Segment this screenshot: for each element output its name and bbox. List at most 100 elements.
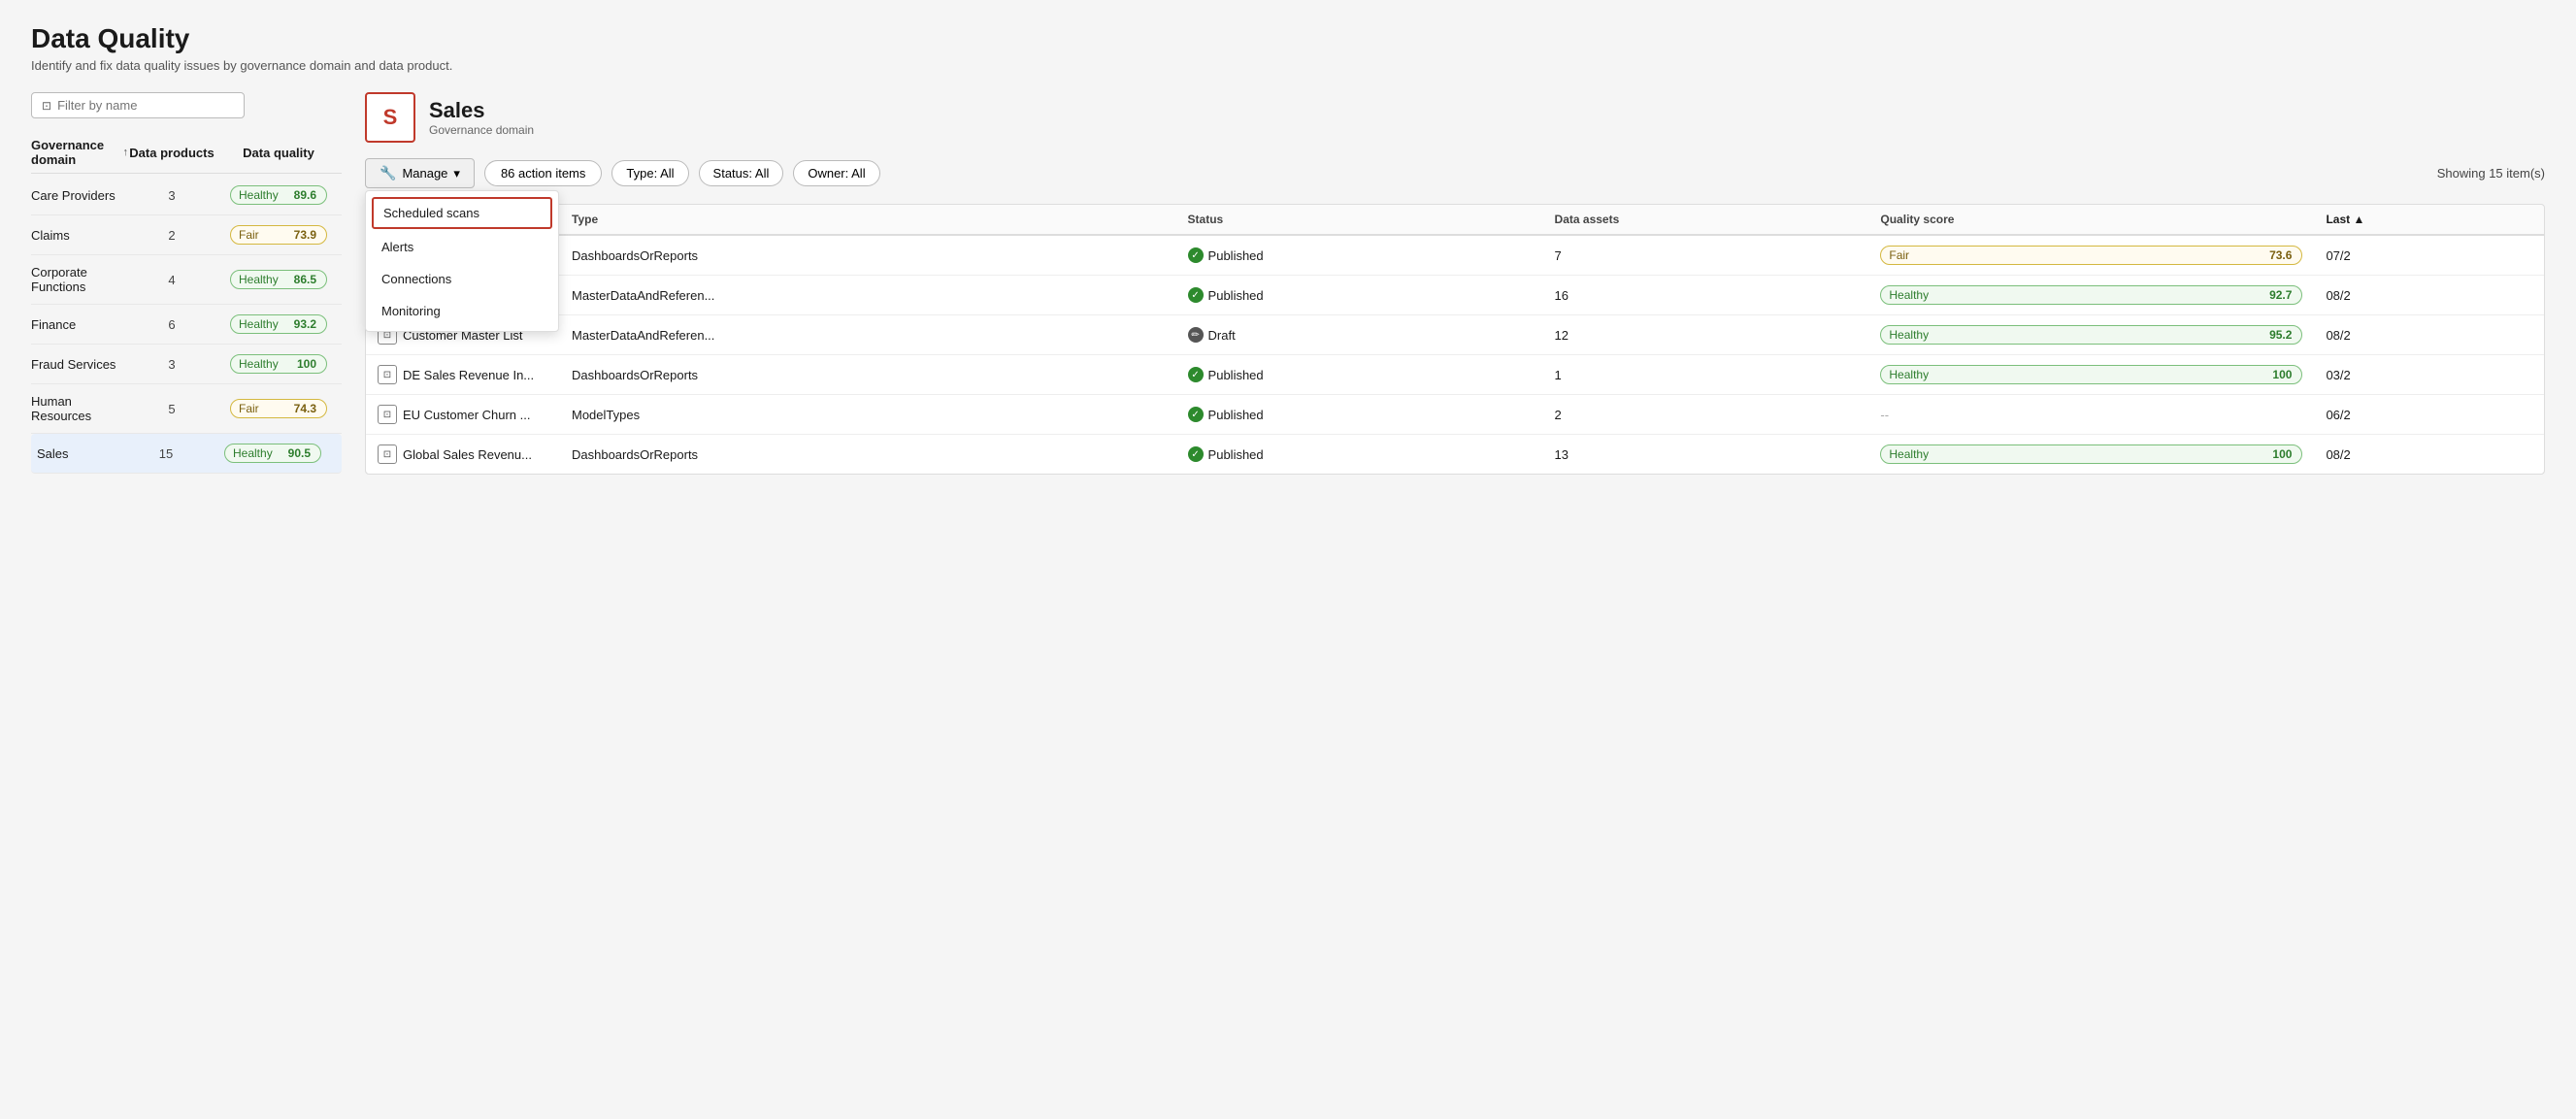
published-icon: ✓	[1188, 287, 1204, 303]
chevron-down-icon: ▾	[453, 166, 460, 181]
product-name-cell: ⊡ Global Sales Revenu...	[366, 435, 560, 475]
table-row[interactable]: ⊡ EU Customer Churn ... ModelTypes ✓ Pub…	[366, 395, 2544, 435]
left-panel: ⊡ Governance domain ↑ Data products Data…	[31, 92, 342, 475]
domain-rows: Care Providers 3 Healthy 89.6 Claims 2 F…	[31, 176, 342, 474]
quality-badge: Healthy 92.7	[1880, 285, 2302, 305]
quality-badge: Fair 73.9	[230, 225, 327, 245]
quality-label: Healthy	[1889, 447, 1929, 461]
domain-table-header: Governance domain ↑ Data products Data q…	[31, 132, 342, 174]
table-header-row: Type Status Data assets Quality score La…	[366, 205, 2544, 235]
product-type-cell: DashboardsOrReports	[560, 435, 1176, 475]
sales-title: Sales	[429, 98, 534, 123]
quality-score: 100	[2272, 447, 2292, 461]
dropdown-item[interactable]: Connections	[366, 263, 558, 295]
status-label: Draft	[1208, 328, 1236, 343]
domain-products: 5	[128, 402, 215, 416]
quality-score: 100	[297, 357, 316, 371]
domain-row[interactable]: Sales 15 Healthy 90.5	[31, 434, 342, 474]
col-assets-header: Data assets	[1543, 205, 1869, 235]
product-name-cell: ⊡ DE Sales Revenue In...	[366, 355, 560, 395]
quality-score-cell: Fair 73.6	[1868, 235, 2314, 276]
domain-row[interactable]: Human Resources 5 Fair 74.3	[31, 384, 342, 434]
product-icon: ⊡	[378, 405, 397, 424]
col-domain-header: Governance domain	[31, 138, 119, 167]
col-status-header: Status	[1176, 205, 1543, 235]
quality-score-cell: Healthy 92.7	[1868, 276, 2314, 315]
product-type-cell: ModelTypes	[560, 395, 1176, 435]
quality-score: 74.3	[294, 402, 316, 415]
domain-quality: Healthy 93.2	[215, 314, 342, 334]
manage-dropdown-menu: Scheduled scansAlertsConnectionsMonitori…	[365, 190, 559, 332]
owner-filter-pill[interactable]: Owner: All	[793, 160, 879, 186]
domain-name: Care Providers	[31, 188, 128, 203]
quality-label: Fair	[1889, 248, 1909, 262]
quality-score: 95.2	[2269, 328, 2292, 342]
quality-score-cell: Healthy 100	[1868, 435, 2314, 475]
filter-input[interactable]	[57, 98, 234, 113]
sales-avatar: S	[365, 92, 415, 143]
sales-domain-label: Governance domain	[429, 123, 534, 137]
filter-input-wrap[interactable]: ⊡	[31, 92, 245, 118]
sales-header: S Sales Governance domain	[365, 92, 2545, 143]
table-row[interactable]: ⊡ Customer Master List MasterDataAndRefe…	[366, 315, 2544, 355]
quality-badge: Healthy 86.5	[230, 270, 327, 289]
dropdown-item[interactable]: Alerts	[366, 231, 558, 263]
type-filter-pill[interactable]: Type: All	[611, 160, 688, 186]
status-filter-pill[interactable]: Status: All	[699, 160, 784, 186]
domain-quality: Healthy 86.5	[215, 270, 342, 289]
data-table: Type Status Data assets Quality score La…	[366, 205, 2544, 474]
domain-row[interactable]: Fraud Services 3 Healthy 100	[31, 345, 342, 384]
status-label: Published	[1208, 447, 1264, 462]
manage-button[interactable]: 🔧 Manage ▾	[365, 158, 475, 188]
table-row[interactable]: ⊡ DE Sales Revenue In... DashboardsOrRep…	[366, 355, 2544, 395]
quality-score: 73.6	[2269, 248, 2292, 262]
action-items-button[interactable]: 86 action items	[484, 160, 602, 186]
quality-score: 86.5	[294, 273, 316, 286]
product-icon: ⊡	[378, 444, 397, 464]
last-date-cell: 03/2	[2314, 355, 2544, 395]
last-date-cell: 08/2	[2314, 315, 2544, 355]
page-title: Data Quality	[31, 23, 2545, 54]
quality-score: 89.6	[294, 188, 316, 202]
col-products-header: Data products	[128, 146, 215, 160]
domain-products: 4	[128, 273, 215, 287]
product-type-cell: MasterDataAndReferen...	[560, 276, 1176, 315]
domain-products: 3	[128, 188, 215, 203]
domain-row[interactable]: Finance 6 Healthy 93.2	[31, 305, 342, 345]
quality-badge: Healthy 90.5	[224, 444, 321, 463]
data-table-wrapper: Type Status Data assets Quality score La…	[365, 204, 2545, 475]
dropdown-item[interactable]: Scheduled scans	[372, 197, 552, 229]
domain-row[interactable]: Care Providers 3 Healthy 89.6	[31, 176, 342, 215]
status-label: Published	[1208, 408, 1264, 422]
quality-badge: Healthy 100	[1880, 444, 2302, 464]
draft-icon: ✏	[1188, 327, 1204, 343]
domain-name: Sales	[37, 446, 122, 461]
table-row[interactable]: ⊡ Global Sales Revenu... DashboardsOrRep…	[366, 435, 2544, 475]
manage-label: Manage	[402, 166, 447, 181]
table-row[interactable]: ⊡ MasterDataAndReferen... MasterDataAndR…	[366, 276, 2544, 315]
quality-badge: Healthy 93.2	[230, 314, 327, 334]
product-status-cell: ✓ Published	[1176, 276, 1543, 315]
product-icon: ⊡	[378, 365, 397, 384]
assets-cell: 7	[1543, 235, 1869, 276]
published-icon: ✓	[1188, 367, 1204, 382]
product-status-cell: ✓ Published	[1176, 355, 1543, 395]
filter-icon: ⊡	[42, 99, 51, 113]
wrench-icon: 🔧	[380, 165, 396, 181]
table-row[interactable]: ⊡ DashboardsOrReports DashboardsOrReport…	[366, 235, 2544, 276]
dropdown-item[interactable]: Monitoring	[366, 295, 558, 327]
sales-title-group: Sales Governance domain	[429, 98, 534, 137]
quality-label: Healthy	[239, 188, 279, 202]
domain-row[interactable]: Corporate Functions 4 Healthy 86.5	[31, 255, 342, 305]
quality-badge: Fair 73.6	[1880, 246, 2302, 265]
assets-cell: 2	[1543, 395, 1869, 435]
domain-row[interactable]: Claims 2 Fair 73.9	[31, 215, 342, 255]
quality-badge: Healthy 100	[230, 354, 327, 374]
quality-label: Healthy	[233, 446, 273, 460]
domain-name: Corporate Functions	[31, 265, 128, 294]
dropdown-items: Scheduled scansAlertsConnectionsMonitori…	[366, 197, 558, 327]
product-status-cell: ✓ Published	[1176, 395, 1543, 435]
status-label: Published	[1208, 288, 1264, 303]
last-date-cell: 08/2	[2314, 435, 2544, 475]
last-date-cell: 06/2	[2314, 395, 2544, 435]
